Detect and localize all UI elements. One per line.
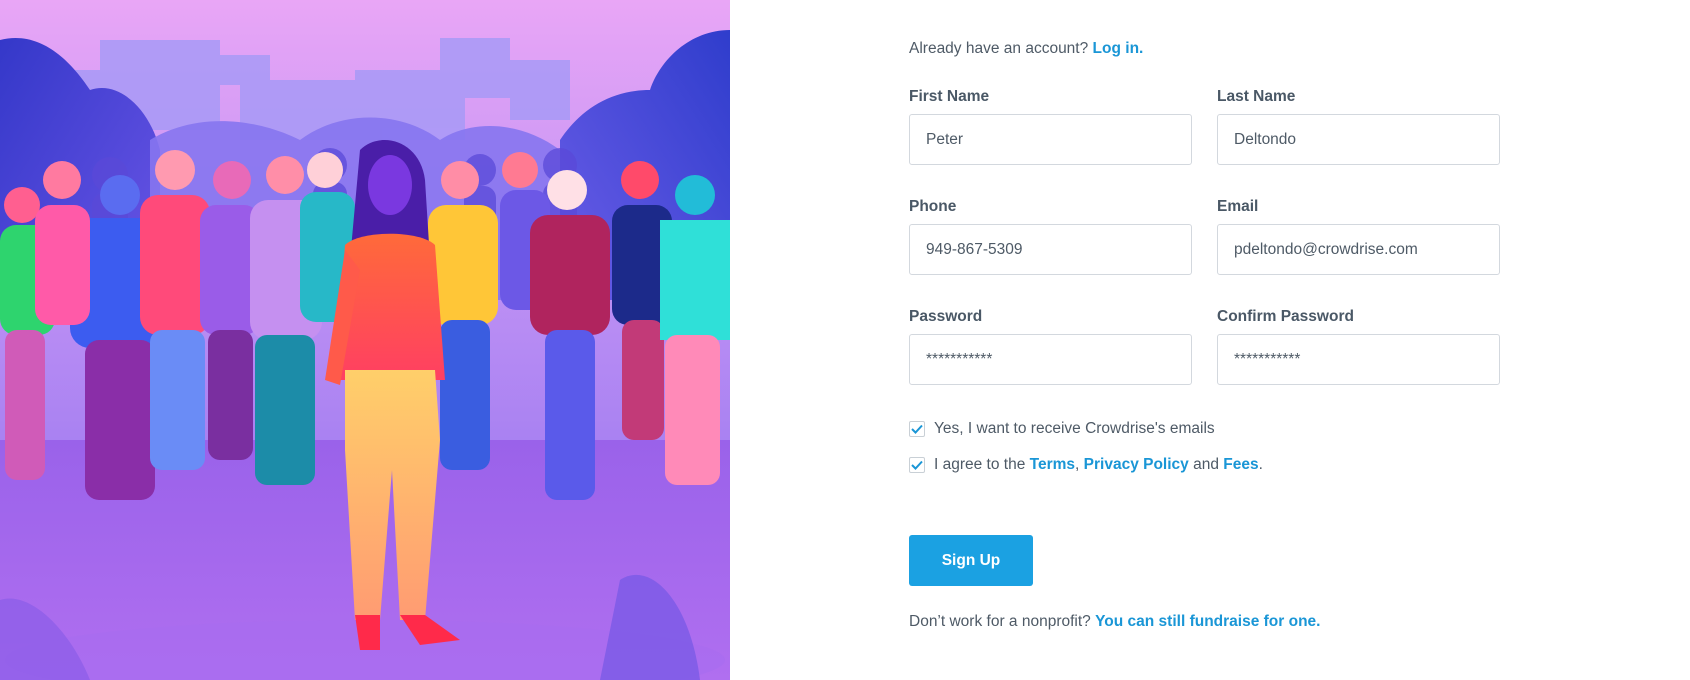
crowd-illustration-art: [0, 0, 730, 680]
terms-comma: ,: [1075, 456, 1080, 473]
privacy-policy-link[interactable]: Privacy Policy: [1084, 456, 1189, 474]
terms-row: I agree to the Terms, Privacy Policy and…: [909, 456, 1263, 474]
nonprofit-prompt-line: Don’t work for a nonprofit? You can stil…: [909, 613, 1320, 631]
email-optin-label: Yes, I want to receive Crowdrise's email…: [934, 420, 1215, 437]
first-name-group: First Name: [909, 88, 1192, 165]
terms-prefix: I agree to the: [934, 456, 1026, 473]
phone-label: Phone: [909, 198, 957, 215]
phone-input[interactable]: [909, 224, 1192, 275]
crowd-illustration: [0, 0, 730, 680]
email-input[interactable]: [1217, 224, 1500, 275]
sign-up-button[interactable]: Sign Up: [909, 535, 1033, 586]
email-label: Email: [1217, 198, 1259, 215]
password-label: Password: [909, 308, 983, 325]
email-optin-row: Yes, I want to receive Crowdrise's email…: [909, 420, 1215, 438]
email-optin-checkbox[interactable]: [909, 421, 925, 437]
password-input[interactable]: [909, 334, 1192, 385]
terms-link[interactable]: Terms: [1030, 456, 1075, 474]
signin-prompt-text: Already have an account?: [909, 40, 1089, 57]
confirm-password-label: Confirm Password: [1217, 308, 1354, 325]
last-name-label: Last Name: [1217, 88, 1296, 105]
confirm-password-input[interactable]: [1217, 334, 1500, 385]
signin-prompt-line: Already have an account? Log in.: [909, 40, 1143, 58]
login-link[interactable]: Log in.: [1093, 40, 1144, 57]
terms-and: and: [1193, 456, 1219, 473]
last-name-group: Last Name: [1217, 88, 1500, 165]
first-name-input[interactable]: [909, 114, 1192, 165]
phone-group: Phone: [909, 198, 1192, 275]
fundraise-link[interactable]: You can still fundraise for one.: [1095, 613, 1320, 630]
email-group: Email: [1217, 198, 1500, 275]
terms-checkbox[interactable]: [909, 457, 925, 473]
terms-suffix: .: [1258, 456, 1263, 473]
nonprofit-prompt-text: Don’t work for a nonprofit?: [909, 613, 1091, 630]
confirm-password-group: Confirm Password: [1217, 308, 1500, 385]
last-name-input[interactable]: [1217, 114, 1500, 165]
fees-link[interactable]: Fees: [1223, 456, 1258, 474]
check-icon: [911, 460, 923, 470]
check-icon: [911, 424, 923, 434]
first-name-label: First Name: [909, 88, 990, 105]
password-group: Password: [909, 308, 1192, 385]
signup-form: Already have an account? Log in. First N…: [909, 0, 1509, 680]
